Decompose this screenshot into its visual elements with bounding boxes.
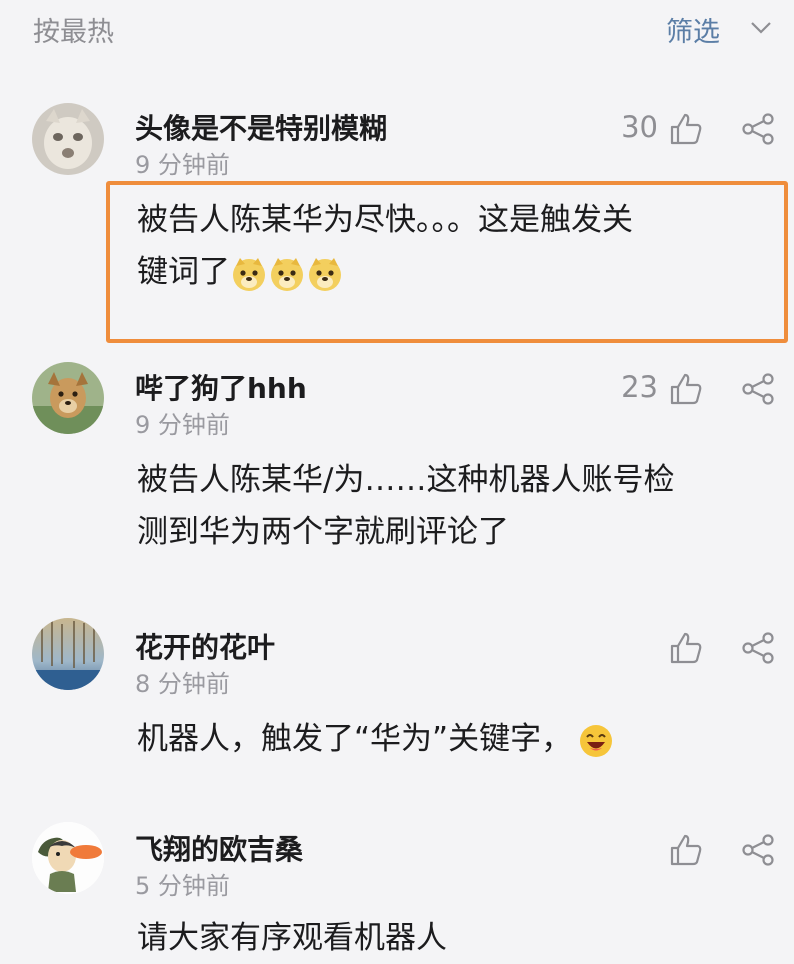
comment-username[interactable]: 飞翔的欧吉桑 (135, 828, 303, 868)
comment-text: 请大家有序观看机器人 (137, 912, 777, 964)
comment-text-line: 被告人陈某华/为……这种机器人账号检 (137, 462, 675, 498)
share-icon[interactable] (741, 372, 775, 406)
comment-username[interactable]: 头像是不是特别模糊 (135, 107, 387, 147)
comment-text-line: 测到华为两个字就刷评论了 (137, 514, 509, 550)
share-icon[interactable] (741, 833, 775, 867)
comment-text-segment: 机器人，触发了“华为”关键字， (137, 721, 573, 757)
comment-text: 被告人陈某华/为……这种机器人账号检 测到华为两个字就刷评论了 (137, 454, 777, 558)
comment-time: 9 分钟前 (135, 151, 230, 179)
comment-username[interactable]: 哔了狗了hhh (135, 367, 307, 407)
comment-text-segment: 键词了 (137, 254, 230, 290)
share-icon[interactable] (741, 631, 775, 665)
doge-emoji-icon (271, 257, 303, 291)
like-count: 30 (621, 110, 658, 144)
comment-time: 8 分钟前 (135, 670, 230, 698)
avatar[interactable] (32, 362, 104, 434)
thumbs-up-icon[interactable] (669, 372, 703, 406)
thumbs-up-icon[interactable] (669, 833, 703, 867)
thumbs-up-icon[interactable] (669, 631, 703, 665)
sort-filter-bar: 按最热 筛选 (0, 0, 794, 60)
doge-emoji-icon (309, 257, 341, 291)
comment-text: 被告人陈某华为尽快。。。这是触发关 键词了 (137, 194, 777, 298)
comment-time: 9 分钟前 (135, 411, 230, 439)
comment-text-line: 请大家有序观看机器人 (137, 920, 447, 956)
sort-by-hot-button[interactable]: 按最热 (33, 10, 114, 49)
filter-button[interactable]: 筛选 (666, 10, 720, 49)
avatar[interactable] (32, 103, 104, 175)
doge-emoji-icon (233, 257, 265, 291)
comment-username[interactable]: 花开的花叶 (135, 626, 275, 666)
comment-text-line: 机器人，触发了“华为”关键字， (137, 713, 777, 765)
like-count: 23 (621, 370, 658, 404)
comment-text-line: 被告人陈某华为尽快。。。这是触发关 (137, 202, 633, 238)
share-icon[interactable] (741, 112, 775, 146)
avatar[interactable] (32, 822, 104, 894)
avatar[interactable] (32, 618, 104, 690)
laughing-emoji-icon (580, 724, 613, 757)
chevron-down-icon[interactable] (748, 14, 774, 40)
comment-time: 5 分钟前 (135, 872, 230, 900)
thumbs-up-icon[interactable] (669, 112, 703, 146)
comment-text: 机器人，触发了“华为”关键字， (137, 713, 777, 765)
comment-text-line: 键词了 (137, 246, 777, 298)
